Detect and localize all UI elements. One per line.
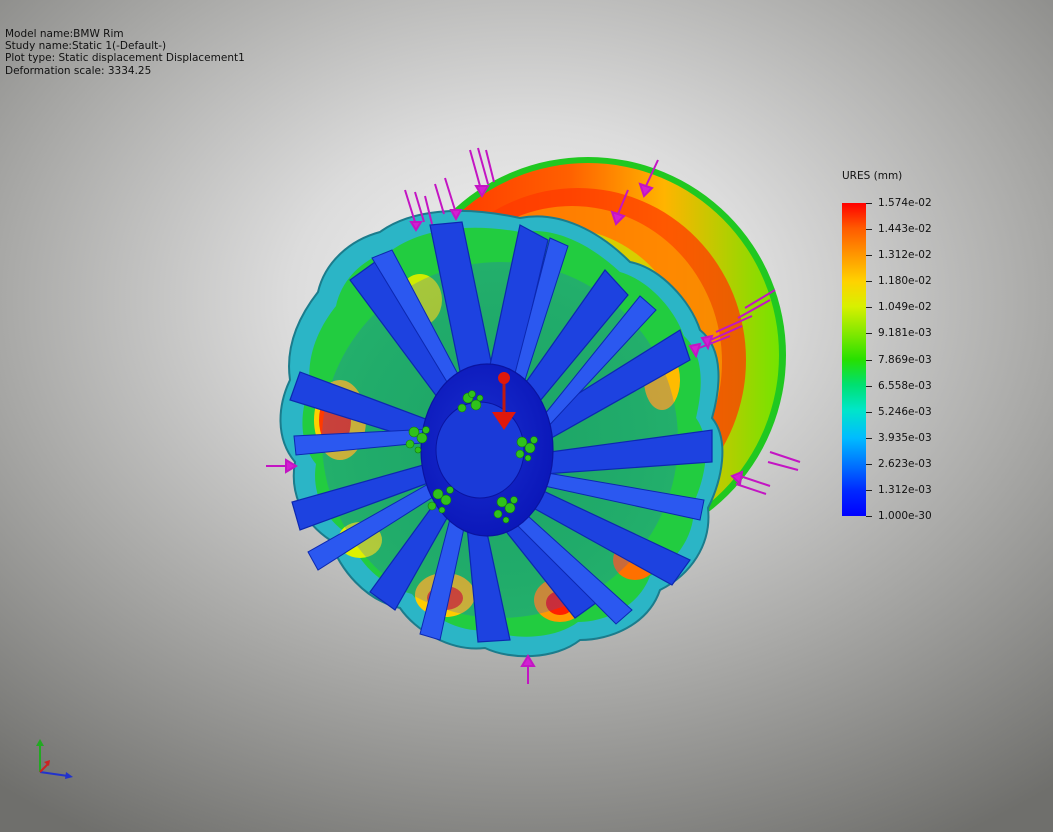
legend-tick bbox=[866, 203, 872, 204]
legend-tick-label: 5.246e-03 bbox=[878, 406, 932, 418]
legend-tick-label: 2.623e-03 bbox=[878, 458, 932, 470]
legend-tick bbox=[866, 255, 872, 256]
legend-color-bar bbox=[842, 203, 866, 516]
legend-tick bbox=[866, 516, 872, 517]
legend-title: URES (mm) bbox=[842, 170, 903, 182]
legend-tick bbox=[866, 281, 872, 282]
load-arrow-bottom bbox=[520, 654, 536, 684]
legend-tick bbox=[866, 412, 872, 413]
load-arrow-left bbox=[266, 458, 298, 474]
legend-tick bbox=[866, 229, 872, 230]
legend-tick-label: 3.935e-03 bbox=[878, 432, 932, 444]
legend-tick-label: 1.312e-02 bbox=[878, 249, 932, 261]
legend-tick-label: 1.443e-02 bbox=[878, 223, 932, 235]
legend-tick bbox=[866, 490, 872, 491]
legend-tick-label: 1.574e-02 bbox=[878, 197, 932, 209]
legend-tick bbox=[866, 386, 872, 387]
legend-tick bbox=[866, 333, 872, 334]
legend-tick bbox=[866, 360, 872, 361]
legend-tick bbox=[866, 307, 872, 308]
legend-tick-label: 1.312e-03 bbox=[878, 484, 932, 496]
legend-tick-label: 9.181e-03 bbox=[878, 327, 932, 339]
legend-tick-label: 7.869e-03 bbox=[878, 354, 932, 366]
legend-tick-label: 1.049e-02 bbox=[878, 301, 932, 313]
legend-tick bbox=[866, 464, 872, 465]
z-axis-icon bbox=[39, 763, 49, 773]
axis-triad[interactable] bbox=[30, 738, 74, 782]
x-axis-icon bbox=[39, 771, 69, 777]
legend-tick-label: 1.000e-30 bbox=[878, 510, 932, 522]
legend-tick-label: 1.180e-02 bbox=[878, 275, 932, 287]
legend-tick-label: 6.558e-03 bbox=[878, 380, 932, 392]
legend-tick bbox=[866, 438, 872, 439]
